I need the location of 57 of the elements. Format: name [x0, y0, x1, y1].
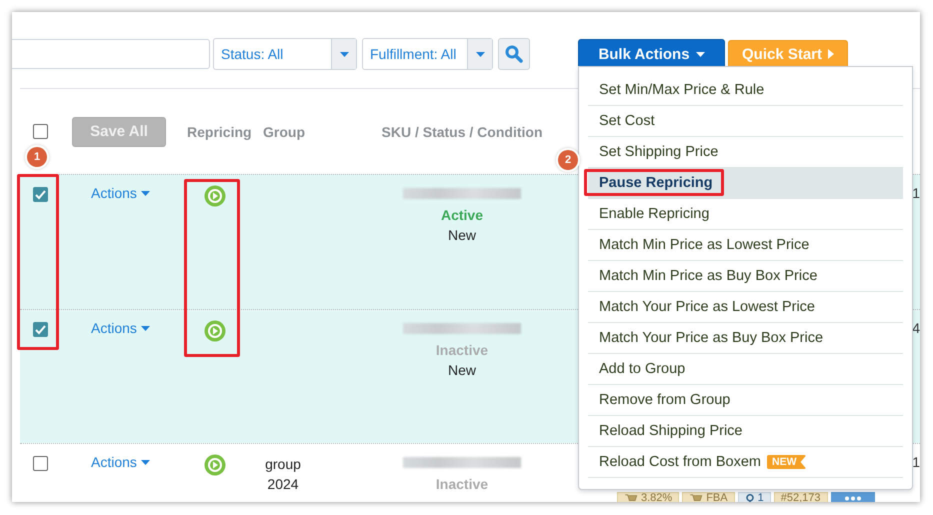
caret-icon — [696, 52, 705, 56]
search-icon — [505, 45, 523, 63]
caret-right-icon — [828, 49, 834, 59]
caret-icon — [140, 460, 150, 464]
condition-text: New — [448, 361, 476, 380]
menu-item[interactable]: Match Min Price as Lowest Price — [588, 230, 903, 261]
play-icon[interactable] — [204, 185, 226, 207]
metric-badge: FBA — [682, 492, 735, 502]
play-icon[interactable] — [204, 454, 226, 476]
play-icon[interactable] — [204, 320, 226, 342]
step-badge: 1 — [27, 147, 47, 167]
checkbox[interactable] — [32, 456, 48, 471]
search-button[interactable] — [498, 38, 530, 70]
menu-item[interactable]: Reload Cost from Boxem NEW — [588, 447, 903, 478]
menu-item[interactable]: Match Your Price as Buy Box Price — [588, 323, 903, 354]
column-header: SKU / Status / Condition — [380, 124, 544, 140]
menu-item[interactable]: Add to Group — [588, 354, 903, 385]
cart-icon — [689, 494, 704, 502]
column-header: Group — [262, 124, 306, 140]
column-header: Repricing — [186, 124, 253, 140]
step-badge: 2 — [558, 150, 578, 170]
condition-text: New — [448, 226, 476, 245]
filter-dropdown[interactable]: Status: All — [213, 38, 357, 70]
menu-item[interactable]: Set Min/Max Price & Rule — [588, 75, 903, 106]
metric-badge: 1 — [738, 492, 771, 502]
cut-off-value: 1 — [911, 185, 920, 201]
cut-off-value: 4 — [911, 320, 920, 336]
menu-item[interactable]: Remove from Group — [588, 385, 903, 416]
group-name: group — [265, 455, 301, 474]
menu-item[interactable]: Set Cost — [588, 106, 903, 137]
menu-item[interactable]: Match Min Price as Buy Box Price — [588, 261, 903, 292]
cut-off-value: 1 — [911, 454, 920, 470]
status-text: Active — [440, 206, 484, 225]
caret-icon — [140, 190, 150, 196]
search-field[interactable] — [12, 39, 210, 69]
actions-link[interactable]: Actions — [60, 320, 172, 336]
caret-icon — [340, 52, 348, 56]
status-text: Inactive — [436, 341, 488, 360]
caret-icon — [476, 52, 484, 56]
checkbox[interactable] — [32, 124, 48, 139]
cart-icon — [624, 494, 638, 502]
checkbox[interactable] — [32, 322, 48, 337]
menu-item[interactable]: Enable Repricing — [588, 199, 903, 230]
menu-item[interactable]: Reload Shipping Price — [588, 416, 903, 447]
menu-item[interactable]: Match Your Price as Lowest Price — [588, 292, 903, 323]
status-text: Inactive — [436, 475, 488, 494]
group-name: 2024 — [267, 475, 299, 494]
actions-link[interactable]: Actions — [60, 185, 172, 201]
caret-icon — [140, 326, 150, 330]
checkbox[interactable] — [32, 187, 48, 202]
pin-icon — [744, 494, 755, 502]
metric-badge[interactable] — [830, 492, 874, 502]
new-badge: NEW — [766, 455, 806, 469]
metric-badge: 3.82% — [617, 492, 680, 502]
more-icon[interactable] — [844, 494, 862, 502]
filter-dropdown[interactable]: Fulfillment: All — [362, 38, 493, 70]
actions-link[interactable]: Actions — [60, 454, 172, 470]
